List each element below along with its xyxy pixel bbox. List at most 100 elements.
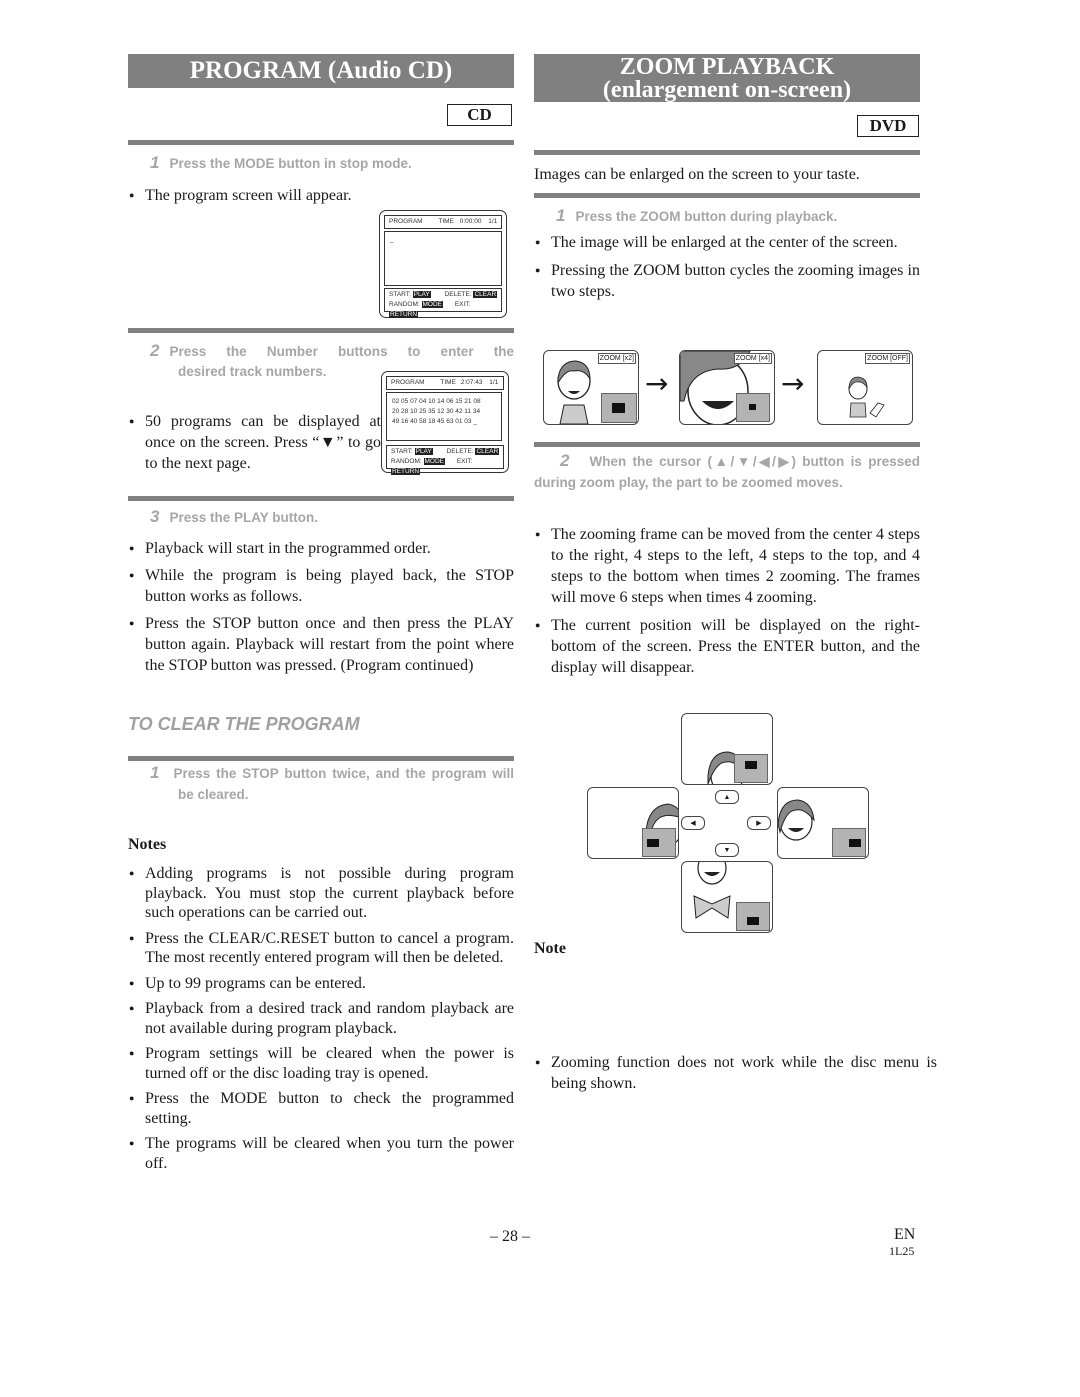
play-key: PLAY (412, 291, 431, 298)
step-number: 2 (150, 341, 160, 360)
random-label: RANDOM: (389, 301, 420, 308)
note-heading: Note (534, 940, 566, 957)
start-label: START: (391, 448, 413, 455)
page-indicator: 1/1 (489, 379, 499, 386)
exit-label: EXIT: (456, 458, 473, 465)
note-item: Press the CLEAR/C.RESET button to cancel… (128, 929, 514, 968)
step-3-bullets: Playback will start in the programmed or… (128, 538, 514, 676)
arrow-right-icon: → (645, 367, 669, 400)
dvd-badge: DVD (857, 115, 919, 137)
play-key: PLAY (414, 448, 433, 455)
mode-key: MODE (421, 301, 444, 308)
zoom-area-marker (747, 917, 759, 925)
step-number: 1 (150, 153, 160, 172)
clear-step-heading: 1 Press the STOP button twice, and the pr… (150, 762, 514, 805)
banner-title: ZOOM PLAYBACK (619, 54, 835, 80)
random-label: RANDOM: (391, 458, 422, 465)
cd-badge: CD (447, 104, 512, 126)
cursor-up-button[interactable]: ▲ (715, 790, 739, 804)
zoom-area-marker (647, 839, 659, 847)
arrow-right-icon: → (781, 367, 805, 400)
cursor-left-button[interactable]: ◀ (681, 816, 705, 830)
zoom-area-marker (745, 761, 757, 769)
time-label: TIME (440, 379, 456, 386)
step-number: 3 (150, 507, 160, 526)
zoom-area-marker (612, 403, 625, 413)
time-label: TIME (438, 218, 454, 225)
delete-label: DELETE: (444, 291, 472, 298)
note-item: Press the MODE button to check the progr… (128, 1089, 514, 1128)
step-2-heading: 2 Press the Number buttons to enter the (150, 340, 514, 362)
section-divider (534, 193, 920, 198)
screen-title: PROGRAM (389, 218, 423, 225)
bullet-item: The current position will be displayed o… (534, 615, 920, 678)
exit-label: EXIT: (454, 301, 471, 308)
zoom-area-marker (749, 404, 756, 410)
zoom-step-1-bullets: The image will be enlarged at the center… (534, 232, 920, 302)
bullet-item: The image will be enlarged at the center… (534, 232, 920, 253)
bullet-item: Pressing the ZOOM button cycles the zoom… (534, 260, 920, 302)
screen-key-legend: START: PLAY DELETE: CLEAR RANDOM: MODE E… (386, 445, 504, 475)
clear-key: CLEAR (475, 448, 500, 455)
program-screen-empty: PROGRAM TIME 0:00:00 1/1 _ START: PLAY D… (379, 210, 507, 318)
position-indicator (642, 828, 676, 857)
to-clear-the-program-heading: TO CLEAR THE PROGRAM (128, 714, 360, 734)
zoom-frame-left (587, 787, 679, 859)
section-divider (534, 150, 920, 155)
bullet-item: 50 programs can be displayed at once on … (128, 411, 381, 474)
note-item: Playback from a desired track and random… (128, 999, 514, 1038)
time-value: 0:00:00 (459, 218, 482, 225)
screen-title: PROGRAM (391, 379, 425, 386)
screen-header-bar: PROGRAM TIME 2:07:43 1/1 (386, 376, 504, 390)
notes-list: Adding programs is not possible during p… (128, 864, 514, 1173)
section-divider (128, 496, 514, 501)
note-item: Program settings will be cleared when th… (128, 1044, 514, 1083)
notes-heading: Notes (128, 836, 167, 853)
section-divider (128, 140, 514, 145)
program-list-area: 02 05 07 04 10 14 06 15 21 08 20 28 10 2… (386, 392, 502, 441)
screen-header-bar: PROGRAM TIME 0:00:00 1/1 (384, 215, 502, 229)
program-row: 02 05 07 04 10 14 06 15 21 08 (392, 398, 481, 405)
cursor-right-button[interactable]: ▶ (747, 816, 771, 830)
step-text: Press the Number buttons to enter the (169, 344, 514, 359)
program-row: 20 28 10 25 35 12 30 42 11 34 (392, 408, 481, 415)
step-text: Press the MODE button in stop mode. (169, 156, 412, 171)
zoom-playback-banner: ZOOM PLAYBACK (enlargement on-screen) (534, 54, 920, 102)
zoom-x2-frame: ZOOM [x2] (543, 350, 639, 425)
step-text: Press the PLAY button. (169, 510, 319, 525)
step-text: Press the ZOOM button during playback. (575, 209, 838, 224)
bullet-item: The zooming frame can be moved from the … (534, 524, 920, 608)
program-audio-cd-banner: PROGRAM (Audio CD) (128, 54, 514, 88)
zoom-label: ZOOM [x2] (597, 353, 636, 364)
model-code: 1L25 (889, 1244, 915, 1258)
zoom-frame-right (777, 787, 869, 859)
section-divider (128, 756, 514, 761)
step-number: 1 (150, 763, 160, 782)
delete-label: DELETE: (446, 448, 474, 455)
zoom-label: ZOOM [x4] (733, 353, 772, 364)
step-number: 1 (556, 206, 566, 225)
section-divider (128, 328, 514, 333)
position-indicator (736, 902, 770, 931)
return-key: RETURN (391, 468, 421, 475)
page-indicator: 1/1 (488, 218, 498, 225)
step-number: 2 (560, 451, 570, 470)
cursor-move-diagram: ▲ ◀ ▶ ▼ (585, 710, 870, 933)
time-value: 2:07:43 (460, 379, 483, 386)
cursor-down-button[interactable]: ▼ (715, 843, 739, 857)
zoom-frame-down (681, 861, 773, 933)
zoom-area-marker (849, 839, 861, 847)
position-indicator (736, 393, 770, 422)
note-item: Zooming function does not work while the… (534, 1052, 937, 1094)
page-number: – 28 – (490, 1228, 530, 1245)
section-divider (534, 442, 920, 447)
zoom-step-2-bullets: The zooming frame can be moved from the … (534, 524, 920, 678)
zoom-frame-up (681, 713, 773, 785)
banner-subtitle: (enlargement on-screen) (602, 77, 852, 103)
zoom-x4-frame: ZOOM [x4] (679, 350, 775, 425)
step-text: When the cursor (▲/▼/◀/▶) button is pres… (534, 454, 920, 490)
program-row: 49 16 40 58 18 45 63 01 03 _ (392, 418, 477, 425)
bullet-item: The program screen will appear. (128, 185, 385, 206)
return-key: RETURN (389, 311, 419, 318)
position-indicator (832, 828, 866, 857)
